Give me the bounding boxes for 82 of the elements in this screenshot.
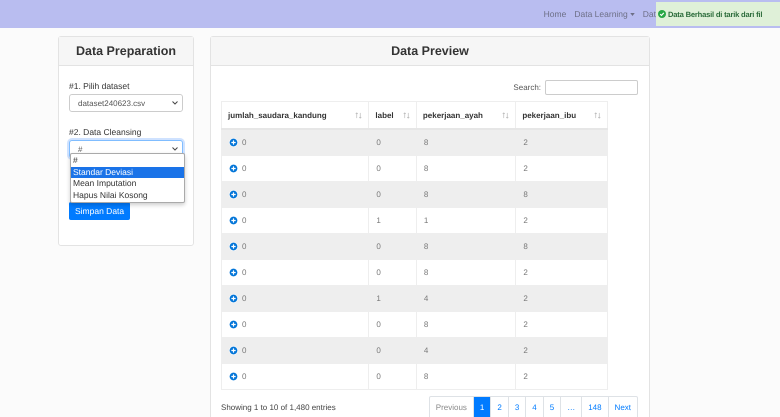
table-cell: 2 — [516, 129, 608, 155]
table-cell: 2 — [516, 363, 608, 389]
table-cell: 2 — [516, 285, 608, 311]
table-cell: 0 — [242, 164, 246, 172]
check-circle-icon — [658, 10, 666, 18]
table-cell: 0 — [242, 372, 246, 380]
nav-link[interactable]: Dat — [642, 9, 656, 19]
card-title: Data Preview — [211, 37, 649, 66]
expand-icon[interactable] — [229, 164, 238, 172]
table-cell: 8 — [516, 181, 608, 207]
expand-icon[interactable] — [229, 190, 238, 198]
search-label: Search: — [513, 83, 541, 92]
table-cell: 2 — [516, 259, 608, 285]
chevron-icon — [172, 101, 178, 105]
table-cell: 4 — [416, 337, 516, 363]
field-label: #1. Pilih dataset — [69, 81, 130, 91]
dropdown-option[interactable]: Standar Deviasi — [71, 166, 184, 178]
expand-icon[interactable] — [229, 320, 238, 328]
table-cell: 0 — [368, 337, 416, 363]
sort-icon — [355, 112, 362, 118]
page-button[interactable]: 148 — [581, 396, 608, 417]
sort-icon — [502, 112, 510, 118]
dropdown-option[interactable]: # — [71, 155, 184, 166]
search-field[interactable] — [545, 80, 638, 95]
table-cell: 1 — [368, 207, 416, 233]
table-cell: 0 — [368, 155, 416, 181]
page-button[interactable]: Previous — [430, 396, 473, 417]
nav-link[interactable]: Home — [544, 9, 566, 19]
expand-icon[interactable] — [229, 346, 238, 354]
table-cell: 0 — [368, 311, 416, 337]
table-cell: 4 — [416, 285, 516, 311]
table-cell: 0 — [368, 181, 416, 207]
table-cell: 1 — [416, 207, 516, 233]
expand-icon[interactable] — [229, 242, 238, 250]
table-cell: 2 — [516, 311, 608, 337]
table-cell: 0 — [242, 216, 246, 224]
table-cell: 8 — [516, 233, 608, 259]
table-cell: 0 — [242, 242, 246, 250]
table-cell: 8 — [416, 155, 516, 181]
table-cell: 8 — [416, 129, 516, 155]
table-cell: 0 — [242, 268, 246, 276]
page-button[interactable]: 1 — [472, 396, 490, 417]
table-cell: 2 — [516, 155, 608, 181]
table-cell: 8 — [416, 259, 516, 285]
card-title: Data Preparation — [59, 37, 193, 66]
table-cell: 8 — [416, 233, 516, 259]
page-button[interactable]: 4 — [525, 396, 543, 417]
table-cell: 2 — [516, 207, 608, 233]
dropdown-option[interactable]: Mean Imputation — [71, 178, 184, 190]
dataset-select[interactable]: dataset240623.csv — [69, 94, 183, 112]
table-cell: 8 — [416, 363, 516, 389]
expand-icon[interactable] — [229, 294, 238, 302]
chevron-icon — [172, 147, 178, 151]
page-button[interactable]: 3 — [508, 396, 526, 417]
table-cell: 0 — [368, 259, 416, 285]
expand-icon[interactable] — [229, 372, 238, 380]
table-cell: 0 — [242, 138, 246, 147]
dropdown-option[interactable]: Hapus Nilai Kosong — [71, 190, 184, 201]
expand-icon[interactable] — [229, 268, 238, 276]
expand-icon[interactable] — [229, 216, 238, 224]
field-label: #2. Data Cleansing — [69, 127, 142, 137]
table-cell: 8 — [416, 311, 516, 337]
table-cell: 0 — [368, 233, 416, 259]
table-cell: 0 — [368, 129, 416, 155]
table-cell: 2 — [516, 337, 608, 363]
expand-icon[interactable] — [229, 138, 238, 147]
table-cell: 0 — [242, 320, 246, 328]
table-cell: 0 — [242, 190, 246, 198]
sort-icon — [594, 112, 601, 118]
nav-link[interactable]: Data Learning — [574, 9, 635, 19]
page-button[interactable]: Next — [608, 396, 637, 417]
table-cell: 1 — [368, 285, 416, 311]
table-cell: 0 — [242, 294, 246, 302]
save-button[interactable]: Simpan Data — [69, 202, 130, 220]
table-cell: 0 — [242, 346, 246, 354]
entries-info: Showing 1 to 10 of 1,480 entries — [221, 402, 336, 412]
page-button[interactable]: 2 — [490, 396, 508, 417]
table-cell: 8 — [416, 181, 516, 207]
page-button[interactable]: … — [560, 396, 582, 417]
page-button[interactable]: 5 — [542, 396, 560, 417]
sort-icon — [402, 112, 410, 118]
table-cell: 0 — [368, 363, 416, 389]
